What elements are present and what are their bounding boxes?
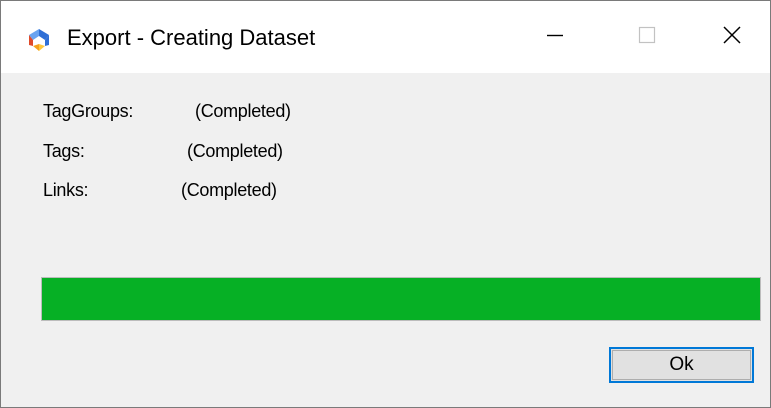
ok-button[interactable]: Ok	[609, 347, 754, 383]
title-bar[interactable]: Export - Creating Dataset	[1, 1, 770, 73]
minimize-button[interactable]	[509, 1, 601, 73]
status-value: (Completed)	[195, 101, 291, 121]
status-label: Tags:	[43, 141, 85, 161]
progress-bar	[41, 277, 761, 321]
window-title: Export - Creating Dataset	[67, 25, 316, 50]
close-button[interactable]	[686, 1, 770, 73]
maximize-icon	[637, 25, 657, 50]
status-label: TagGroups:	[43, 101, 134, 121]
status-value: (Completed)	[181, 180, 277, 200]
close-icon	[721, 24, 743, 51]
app-logo-icon	[26, 28, 52, 52]
maximize-button[interactable]	[601, 1, 693, 73]
status-value: (Completed)	[187, 141, 283, 161]
status-label: Links:	[43, 180, 89, 200]
dialog-content: TagGroups: (Completed) Tags: (Completed)…	[1, 73, 770, 407]
progress-fill	[42, 278, 760, 320]
minimize-icon	[545, 25, 565, 50]
export-dialog: Export - Creating Dataset TagGroups: (Co…	[0, 0, 771, 408]
